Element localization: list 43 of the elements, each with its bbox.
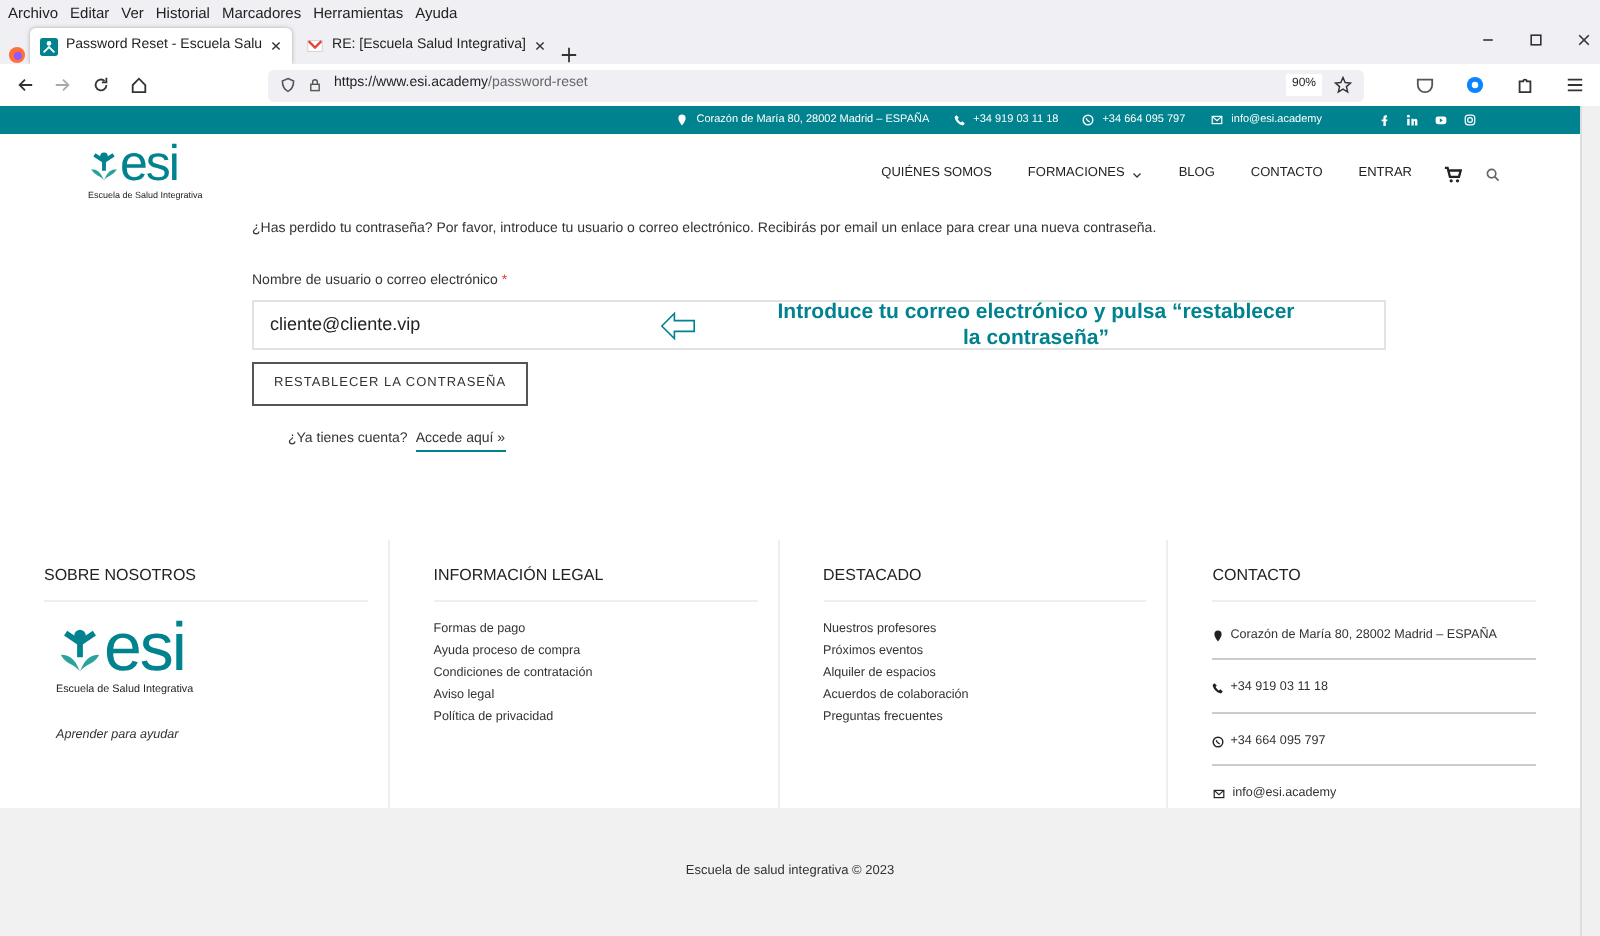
shield-icon xyxy=(280,76,296,94)
home-icon[interactable] xyxy=(130,76,148,94)
puzzle-icon[interactable] xyxy=(1516,76,1534,94)
logo-text: esi xyxy=(104,622,185,677)
linkedin-in-icon[interactable] xyxy=(1406,114,1418,126)
envelope-icon xyxy=(1209,114,1224,126)
star-icon[interactable] xyxy=(1334,76,1352,94)
chat-bubble-icon xyxy=(1212,735,1225,748)
scrollbar[interactable] xyxy=(1580,106,1600,936)
phone-icon xyxy=(953,114,966,126)
extension-badge-icon[interactable] xyxy=(1466,76,1484,94)
chat-bubble-icon xyxy=(1082,114,1095,126)
cart-icon[interactable] xyxy=(1444,165,1462,183)
new-tab-icon[interactable] xyxy=(559,46,578,64)
logo-text: esi xyxy=(120,144,178,185)
footer-heading: INFORMACIÓN LEGAL xyxy=(433,564,757,602)
envelope-icon xyxy=(1212,788,1227,801)
footer-heading: SOBRE NOSOTROS xyxy=(44,564,368,602)
envelope-icon xyxy=(306,38,325,54)
lock-icon xyxy=(308,76,322,94)
location-pin-icon xyxy=(1212,629,1225,642)
phone-icon xyxy=(1212,682,1225,695)
reload-icon[interactable] xyxy=(92,76,110,94)
close-icon[interactable] xyxy=(1576,32,1592,48)
back-arrow-icon[interactable] xyxy=(16,76,34,94)
chevron-down-icon xyxy=(1132,169,1143,179)
annotation-text: Introduce tu correo electrónico y pulsa “restablecer la contraseña” xyxy=(775,299,1297,351)
pocket-icon[interactable] xyxy=(1416,76,1434,94)
facebook-f-icon[interactable] xyxy=(1378,114,1390,126)
location-pin-icon xyxy=(676,114,689,126)
video-play-icon[interactable] xyxy=(1434,114,1448,126)
close-icon[interactable] xyxy=(533,40,546,52)
footer-heading: CONTACTO xyxy=(1212,564,1536,602)
search-icon[interactable] xyxy=(1486,167,1500,181)
menu-icon[interactable] xyxy=(1566,76,1584,94)
browser-logo-icon[interactable] xyxy=(8,46,26,64)
close-icon[interactable] xyxy=(270,40,283,52)
figure-leaves-icon xyxy=(88,148,120,185)
footer-heading: DESTACADO xyxy=(823,564,1147,602)
site-logo-icon xyxy=(40,37,58,55)
email-field[interactable]: cliente@cliente.vip Introduce tu correo electrónico y pulsa “restablecer la contraseña” xyxy=(252,300,1386,350)
camera-icon[interactable] xyxy=(1464,114,1476,126)
maximize-icon[interactable] xyxy=(1528,32,1544,48)
